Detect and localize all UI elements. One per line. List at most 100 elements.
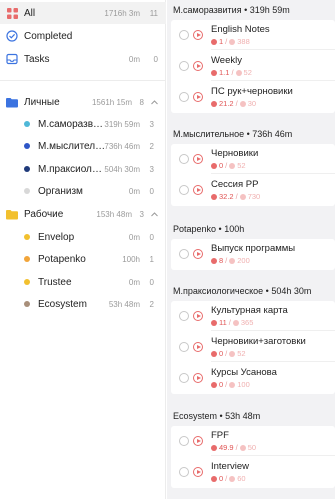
task-separator: / — [228, 318, 231, 327]
list-time: 319h 59m — [104, 119, 140, 129]
task-row[interactable]: ПС рук+черновики 21.2/ 30 — [171, 82, 335, 112]
section-card: FPF 49.9/50 Interview 0/60 — [171, 426, 335, 488]
task-progress: 1.1/ 52 — [211, 68, 252, 77]
sidebar-item-list[interactable]: М.мыслительн... 736h 46m 2 — [0, 135, 166, 157]
task-checkbox[interactable] — [179, 342, 189, 352]
task-name: Черновики — [211, 148, 259, 159]
task-row[interactable]: Сессия РР 32.2/ 730 — [171, 175, 335, 205]
clock-icon — [211, 257, 217, 264]
list-count: 3 — [149, 164, 154, 174]
task-checkbox[interactable] — [179, 61, 189, 71]
sidebar-item-time: 0m — [128, 54, 140, 64]
task-progress: 11/ 365 — [211, 318, 253, 327]
task-spent: 0 — [219, 349, 224, 358]
sidebar-item-list[interactable]: Ecosystem 53h 48m 2 — [0, 293, 166, 315]
task-row[interactable]: English Notes 1/ 388 — [171, 20, 335, 50]
task-spent: 49.9 — [219, 443, 234, 452]
task-spent: 0 — [219, 474, 224, 483]
task-progress: 0/ 52 — [211, 349, 246, 358]
sidebar: All 1716h 3m 11 Completed Tasks 0m 0 Лич… — [0, 0, 166, 499]
clock-icon — [211, 475, 217, 482]
sidebar-item-list[interactable]: Potapenko 100h 1 — [0, 248, 166, 270]
play-icon[interactable] — [193, 436, 203, 446]
list-color-dot — [24, 188, 30, 194]
sidebar-item-list[interactable]: М.саморазвити... 319h 59m 3 — [0, 113, 166, 135]
folder-icon — [6, 208, 18, 220]
play-icon[interactable] — [193, 154, 203, 164]
list-label: Envelop — [38, 231, 75, 243]
play-icon[interactable] — [193, 373, 203, 383]
task-row[interactable]: Выпуск программы 8/ 200 — [171, 239, 335, 269]
sidebar-group-personal[interactable]: Личные 1561h 15m 8 — [0, 91, 166, 113]
task-checkbox[interactable] — [179, 436, 189, 446]
task-progress: 21.2/ 30 — [211, 99, 256, 108]
task-checkbox[interactable] — [179, 154, 189, 164]
task-spent: 32.2 — [219, 192, 234, 201]
task-checkbox[interactable] — [179, 30, 189, 40]
clock-icon — [229, 38, 236, 45]
task-row[interactable]: Курсы Усанова 0/ 100 — [171, 363, 335, 393]
inbox-icon — [6, 53, 18, 65]
divider — [211, 173, 335, 174]
task-checkbox[interactable] — [179, 311, 189, 321]
sidebar-group-work[interactable]: Рабочие 153h 48m 3 — [0, 203, 166, 225]
folder-icon — [6, 96, 18, 108]
section-card: Культурная карта 11/365 Черновики+загото… — [171, 301, 335, 394]
section-card: Выпуск программы 8/ 200 — [171, 239, 335, 270]
task-row[interactable]: Interview 0/ 60 — [171, 457, 335, 487]
sidebar-group-time: 1561h 15m — [91, 97, 132, 107]
play-icon[interactable] — [193, 30, 203, 40]
task-spent: 21.2 — [219, 99, 234, 108]
task-progress: 0/ 52 — [211, 161, 246, 170]
sidebar-item-completed[interactable]: Completed — [0, 25, 166, 47]
sidebar-item-list[interactable]: М.праксиологи... 504h 30m 3 — [0, 158, 166, 180]
chevron-up-icon[interactable] — [151, 210, 158, 219]
sidebar-item-list[interactable]: Trustee 0m 0 — [0, 271, 166, 293]
play-icon[interactable] — [193, 61, 203, 71]
clock-icon — [211, 100, 217, 107]
play-icon[interactable] — [193, 92, 203, 102]
task-checkbox[interactable] — [179, 92, 189, 102]
play-icon[interactable] — [193, 342, 203, 352]
task-spent: 0 — [219, 380, 224, 389]
task-progress: 8/ 200 — [211, 256, 250, 265]
task-progress: 0/ 100 — [211, 380, 250, 389]
list-color-dot — [24, 279, 30, 285]
task-estimate: 200 — [237, 256, 250, 265]
sidebar-item-count: 11 — [149, 8, 158, 18]
task-row[interactable]: Культурная карта 11/ 365 — [171, 301, 335, 331]
sidebar-group-count: 3 — [139, 209, 144, 219]
task-name: Курсы Усанова — [211, 367, 277, 378]
task-row[interactable]: Черновики 0/ 52 — [171, 144, 335, 174]
play-icon[interactable] — [193, 311, 203, 321]
sidebar-item-tasks[interactable]: Tasks 0m 0 — [0, 48, 166, 70]
clock-icon — [239, 444, 246, 451]
task-row[interactable]: Черновики+заготовки 0/ 52 — [171, 332, 335, 362]
play-icon[interactable] — [193, 467, 203, 477]
clock-icon — [211, 350, 217, 357]
task-checkbox[interactable] — [179, 185, 189, 195]
list-label: Trustee — [38, 276, 72, 288]
list-time: 0m — [128, 186, 140, 196]
list-label: М.мыслительн... — [38, 140, 106, 152]
task-checkbox[interactable] — [179, 249, 189, 259]
clock-icon — [239, 193, 246, 200]
play-icon[interactable] — [193, 185, 203, 195]
list-time: 736h 46m — [104, 141, 140, 151]
sidebar-item-list[interactable]: Envelop 0m 0 — [0, 226, 166, 248]
sidebar-item-all[interactable]: All 1716h 3m 11 — [0, 2, 166, 24]
sidebar-item-list[interactable]: Организм 0m 0 — [0, 180, 166, 202]
task-separator: / — [225, 37, 228, 46]
chevron-up-icon[interactable] — [151, 98, 158, 107]
divider — [211, 361, 335, 362]
task-checkbox[interactable] — [179, 373, 189, 383]
list-count: 3 — [149, 119, 154, 129]
task-row[interactable]: Weekly 1.1/ 52 — [171, 51, 335, 81]
task-row[interactable]: FPF 49.9/ 50 — [171, 426, 335, 456]
list-label: Организм — [38, 185, 83, 197]
task-name: Черновики+заготовки — [211, 336, 306, 347]
list-time: 100h — [122, 254, 140, 264]
play-icon[interactable] — [193, 249, 203, 259]
list-label: М.праксиологи... — [38, 163, 106, 175]
task-checkbox[interactable] — [179, 467, 189, 477]
